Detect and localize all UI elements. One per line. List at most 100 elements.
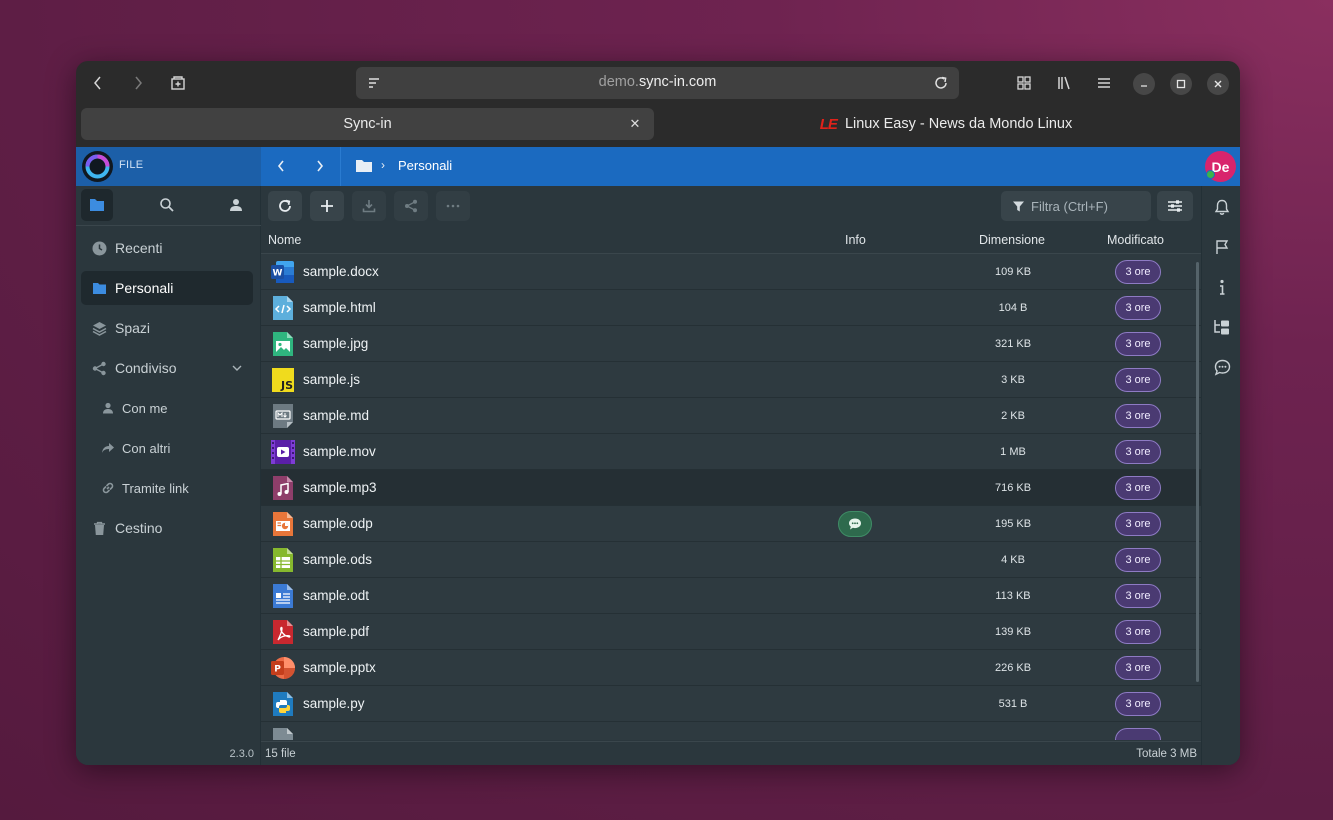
sliders-icon [1168, 200, 1182, 212]
new-tab-icon[interactable] [164, 69, 192, 97]
table-row[interactable]: sample.mp3 716 KB 3 ore [261, 470, 1201, 506]
add-button[interactable] [310, 191, 344, 221]
sidebar-item-recenti[interactable]: Recenti [81, 231, 253, 265]
table-row[interactable]: sample.odp 195 KB 3 ore [261, 506, 1201, 542]
table-row[interactable]: sample.md 2 KB 3 ore [261, 398, 1201, 434]
sidebar-subitem-con-me[interactable]: Con me [101, 393, 168, 423]
table-row[interactable]: sample.mov 1 MB 3 ore [261, 434, 1201, 470]
address-bar[interactable]: demo.sync-in.com [356, 67, 959, 99]
sidebar-item-label: Personali [115, 280, 174, 296]
sidebar-subitem-con-altri[interactable]: Con altri [101, 433, 170, 463]
table-row[interactable]: JS sample.js 3 KB 3 ore [261, 362, 1201, 398]
file-name[interactable]: sample.mp3 [303, 480, 377, 495]
user-icon [101, 401, 115, 415]
table-row[interactable]: sample.ods 4 KB 3 ore [261, 542, 1201, 578]
file-name[interactable]: sample.odt [303, 588, 369, 603]
info-icon[interactable] [1212, 277, 1232, 297]
python-file-icon [270, 691, 296, 717]
file-name[interactable]: sample.html [303, 300, 376, 315]
maximize-icon[interactable] [1170, 73, 1192, 95]
column-header-size[interactable]: Dimensione [979, 233, 1045, 247]
share-button[interactable] [394, 191, 428, 221]
table-row[interactable] [261, 722, 1201, 740]
chat-icon[interactable] [1212, 357, 1232, 377]
total-size: Totale 3 MB [1136, 748, 1197, 760]
comment-indicator-icon[interactable] [838, 511, 872, 537]
url-subdomain: demo. [598, 74, 639, 90]
app-brand: FILE [76, 147, 261, 186]
view-settings-button[interactable] [1157, 191, 1193, 221]
svg-text:W: W [273, 269, 283, 279]
audio-file-icon [270, 475, 296, 501]
file-name[interactable]: sample.js [303, 372, 360, 387]
sidebar-item-label: Spazi [115, 320, 151, 336]
sidebar-item-condiviso[interactable]: Condiviso [81, 351, 253, 385]
file-name[interactable]: sample.jpg [303, 336, 368, 351]
hamburger-menu-icon[interactable] [1090, 69, 1118, 97]
user-icon[interactable] [220, 189, 252, 221]
tab-linux-easy[interactable]: LE Linux Easy - News da Mondo Linux [657, 108, 1235, 140]
breadcrumb[interactable]: Personali [398, 158, 452, 173]
chevron-down-icon[interactable] [231, 361, 243, 377]
column-header-info[interactable]: Info [845, 233, 866, 247]
sidebar-item-personali[interactable]: Personali [81, 271, 253, 305]
close-tab-icon[interactable]: ✕ [626, 115, 644, 133]
back-icon[interactable] [84, 69, 112, 97]
file-name[interactable]: sample.mov [303, 444, 376, 459]
search-icon[interactable] [151, 189, 183, 221]
nav-back-icon[interactable] [271, 156, 291, 176]
sidebar-subitem-label: Con altri [122, 440, 171, 456]
app-version: 2.3.0 [229, 748, 254, 760]
sidebar-item-spazi[interactable]: Spazi [81, 311, 253, 345]
modified-badge: 3 ore [1115, 332, 1161, 356]
file-name[interactable]: sample.odp [303, 516, 373, 531]
file-name[interactable]: sample.pdf [303, 624, 369, 639]
file-name[interactable]: sample.ods [303, 552, 372, 567]
sidebar-item-cestino[interactable]: Cestino [81, 511, 253, 545]
reload-icon[interactable] [931, 73, 951, 93]
library-icon[interactable] [1050, 69, 1078, 97]
table-row[interactable]: sample.jpg 321 KB 3 ore [261, 326, 1201, 362]
download-button[interactable] [352, 191, 386, 221]
trash-icon [91, 520, 107, 536]
grid-icon[interactable] [1010, 69, 1038, 97]
image-file-icon [270, 331, 296, 357]
bell-icon[interactable] [1212, 197, 1232, 217]
files-tab-icon[interactable] [81, 189, 113, 221]
sidebar-subitem-tramite-link[interactable]: Tramite link [101, 473, 189, 503]
file-name[interactable]: sample.py [303, 696, 365, 711]
filter-icon [1012, 200, 1025, 213]
column-header-name[interactable]: Nome [268, 233, 301, 247]
table-row[interactable]: sample.pdf 139 KB 3 ore [261, 614, 1201, 650]
sidebar-subitem-label: Tramite link [122, 480, 189, 496]
sync-in-logo-icon[interactable] [82, 151, 113, 182]
tab-sync-in[interactable]: Sync-in ✕ [81, 108, 654, 140]
status-bar: 15 file Totale 3 MB [261, 741, 1201, 765]
minimize-icon[interactable] [1133, 73, 1155, 95]
tree-icon[interactable] [1212, 317, 1232, 337]
table-row[interactable]: sample.html 104 B 3 ore [261, 290, 1201, 326]
sidebar: Recenti Personali Spazi Condiviso Con me… [76, 186, 261, 765]
file-name[interactable]: sample.docx [303, 264, 379, 279]
close-window-icon[interactable] [1207, 73, 1229, 95]
flag-icon[interactable] [1212, 237, 1232, 257]
file-name[interactable]: sample.pptx [303, 660, 376, 675]
table-row[interactable]: P sample.pptx 226 KB 3 ore [261, 650, 1201, 686]
more-button[interactable] [436, 191, 470, 221]
filter-placeholder: Filtra (Ctrl+F) [1031, 198, 1108, 214]
nav-forward-icon[interactable] [310, 156, 330, 176]
modified-badge [1115, 728, 1161, 740]
filter-input[interactable]: Filtra (Ctrl+F) [1001, 191, 1151, 221]
refresh-button[interactable] [268, 191, 302, 221]
folder-icon[interactable] [355, 158, 373, 173]
file-name[interactable]: sample.md [303, 408, 369, 423]
table-row[interactable]: sample.odt 113 KB 3 ore [261, 578, 1201, 614]
avatar[interactable]: De [1205, 151, 1236, 182]
column-header-modified[interactable]: Modificato [1107, 233, 1164, 247]
scrollbar[interactable] [1196, 262, 1199, 682]
forward-icon[interactable] [124, 69, 152, 97]
browser-window: demo.sync-in.com Sync-in ✕ LE Linux Easy… [76, 61, 1240, 765]
file-size: 195 KB [994, 518, 1032, 530]
table-row[interactable]: W sample.docx 109 KB 3 ore [261, 254, 1201, 290]
table-row[interactable]: sample.py 531 B 3 ore [261, 686, 1201, 722]
